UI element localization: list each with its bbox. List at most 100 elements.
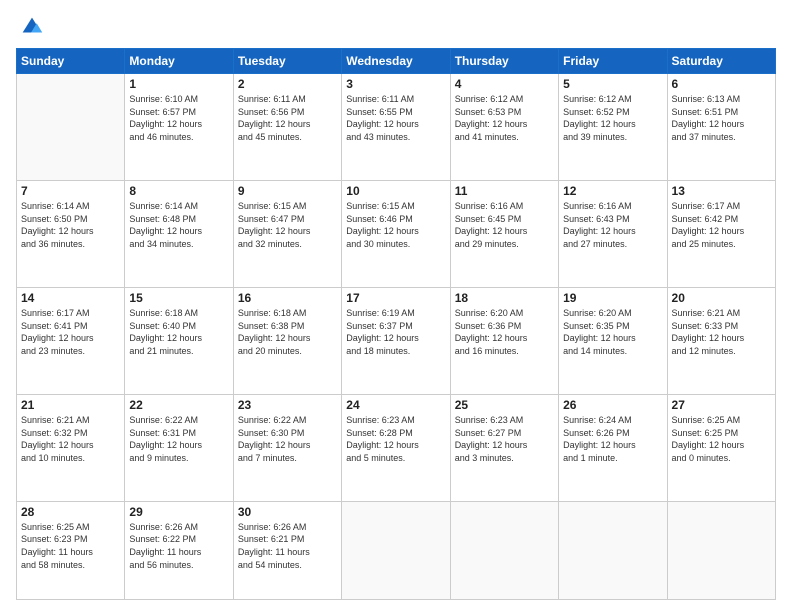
calendar-cell: 17 Sunrise: 6:19 AM Sunset: 6:37 PM Dayli… bbox=[342, 287, 450, 394]
day-info: Sunrise: 6:15 AM Sunset: 6:47 PM Dayligh… bbox=[238, 200, 337, 250]
day-info: Sunrise: 6:25 AM Sunset: 6:23 PM Dayligh… bbox=[21, 521, 120, 571]
day-number: 7 bbox=[21, 184, 120, 198]
col-header-tuesday: Tuesday bbox=[233, 49, 341, 74]
calendar-cell: 7 Sunrise: 6:14 AM Sunset: 6:50 PM Daylig… bbox=[17, 180, 125, 287]
day-info: Sunrise: 6:24 AM Sunset: 6:26 PM Dayligh… bbox=[563, 414, 662, 464]
day-number: 30 bbox=[238, 505, 337, 519]
day-info: Sunrise: 6:18 AM Sunset: 6:40 PM Dayligh… bbox=[129, 307, 228, 357]
calendar-cell: 28 Sunrise: 6:25 AM Sunset: 6:23 PM Dayli… bbox=[17, 501, 125, 599]
calendar-week-row: 1 Sunrise: 6:10 AM Sunset: 6:57 PM Daylig… bbox=[17, 74, 776, 181]
calendar-week-row: 14 Sunrise: 6:17 AM Sunset: 6:41 PM Dayli… bbox=[17, 287, 776, 394]
col-header-friday: Friday bbox=[559, 49, 667, 74]
day-number: 29 bbox=[129, 505, 228, 519]
day-number: 9 bbox=[238, 184, 337, 198]
day-info: Sunrise: 6:14 AM Sunset: 6:48 PM Dayligh… bbox=[129, 200, 228, 250]
calendar-cell: 23Sunrise: 6:22 AM Sunset: 6:30 PM Dayli… bbox=[233, 394, 341, 501]
day-number: 27 bbox=[672, 398, 771, 412]
day-info: Sunrise: 6:17 AM Sunset: 6:41 PM Dayligh… bbox=[21, 307, 120, 357]
day-number: 21 bbox=[21, 398, 120, 412]
col-header-wednesday: Wednesday bbox=[342, 49, 450, 74]
calendar-cell: 16 Sunrise: 6:18 AM Sunset: 6:38 PM Dayli… bbox=[233, 287, 341, 394]
day-info: Sunrise: 6:22 AM Sunset: 6:31 PM Dayligh… bbox=[129, 414, 228, 464]
day-info: Sunrise: 6:16 AM Sunset: 6:43 PM Dayligh… bbox=[563, 200, 662, 250]
day-number: 8 bbox=[129, 184, 228, 198]
calendar-cell: 2 Sunrise: 6:11 AM Sunset: 6:56 PM Daylig… bbox=[233, 74, 341, 181]
day-number: 3 bbox=[346, 77, 445, 91]
day-number: 23 bbox=[238, 398, 337, 412]
calendar-cell: 12Sunrise: 6:16 AM Sunset: 6:43 PM Dayli… bbox=[559, 180, 667, 287]
day-number: 4 bbox=[455, 77, 554, 91]
page: SundayMondayTuesdayWednesdayThursdayFrid… bbox=[0, 0, 792, 612]
day-info: Sunrise: 6:19 AM Sunset: 6:37 PM Dayligh… bbox=[346, 307, 445, 357]
day-info: Sunrise: 6:13 AM Sunset: 6:51 PM Dayligh… bbox=[672, 93, 771, 143]
day-number: 2 bbox=[238, 77, 337, 91]
day-info: Sunrise: 6:11 AM Sunset: 6:56 PM Dayligh… bbox=[238, 93, 337, 143]
day-info: Sunrise: 6:17 AM Sunset: 6:42 PM Dayligh… bbox=[672, 200, 771, 250]
day-number: 6 bbox=[672, 77, 771, 91]
day-info: Sunrise: 6:16 AM Sunset: 6:45 PM Dayligh… bbox=[455, 200, 554, 250]
calendar-cell: 20 Sunrise: 6:21 AM Sunset: 6:33 PM Dayli… bbox=[667, 287, 775, 394]
day-info: Sunrise: 6:20 AM Sunset: 6:36 PM Dayligh… bbox=[455, 307, 554, 357]
calendar-cell: 10Sunrise: 6:15 AM Sunset: 6:46 PM Dayli… bbox=[342, 180, 450, 287]
calendar-header-row: SundayMondayTuesdayWednesdayThursdayFrid… bbox=[17, 49, 776, 74]
day-number: 11 bbox=[455, 184, 554, 198]
calendar-cell: 22 Sunrise: 6:22 AM Sunset: 6:31 PM Dayli… bbox=[125, 394, 233, 501]
day-number: 19 bbox=[563, 291, 662, 305]
day-info: Sunrise: 6:12 AM Sunset: 6:52 PM Dayligh… bbox=[563, 93, 662, 143]
day-info: Sunrise: 6:14 AM Sunset: 6:50 PM Dayligh… bbox=[21, 200, 120, 250]
day-number: 17 bbox=[346, 291, 445, 305]
calendar-cell: 25Sunrise: 6:23 AM Sunset: 6:27 PM Dayli… bbox=[450, 394, 558, 501]
calendar-week-row: 21 Sunrise: 6:21 AM Sunset: 6:32 PM Dayli… bbox=[17, 394, 776, 501]
calendar-cell: 30 Sunrise: 6:26 AM Sunset: 6:21 PM Dayli… bbox=[233, 501, 341, 599]
day-number: 26 bbox=[563, 398, 662, 412]
logo bbox=[16, 16, 46, 40]
calendar-cell: 3Sunrise: 6:11 AM Sunset: 6:55 PM Daylig… bbox=[342, 74, 450, 181]
calendar-cell: 5 Sunrise: 6:12 AM Sunset: 6:52 PM Daylig… bbox=[559, 74, 667, 181]
day-number: 22 bbox=[129, 398, 228, 412]
day-info: Sunrise: 6:12 AM Sunset: 6:53 PM Dayligh… bbox=[455, 93, 554, 143]
calendar-cell: 1 Sunrise: 6:10 AM Sunset: 6:57 PM Daylig… bbox=[125, 74, 233, 181]
calendar-cell: 29 Sunrise: 6:26 AM Sunset: 6:22 PM Dayli… bbox=[125, 501, 233, 599]
day-number: 15 bbox=[129, 291, 228, 305]
day-number: 20 bbox=[672, 291, 771, 305]
calendar-cell: 26 Sunrise: 6:24 AM Sunset: 6:26 PM Dayli… bbox=[559, 394, 667, 501]
calendar-cell: 15 Sunrise: 6:18 AM Sunset: 6:40 PM Dayli… bbox=[125, 287, 233, 394]
calendar-cell: 24 Sunrise: 6:23 AM Sunset: 6:28 PM Dayli… bbox=[342, 394, 450, 501]
col-header-saturday: Saturday bbox=[667, 49, 775, 74]
day-number: 13 bbox=[672, 184, 771, 198]
day-info: Sunrise: 6:21 AM Sunset: 6:33 PM Dayligh… bbox=[672, 307, 771, 357]
col-header-monday: Monday bbox=[125, 49, 233, 74]
calendar-cell: 19Sunrise: 6:20 AM Sunset: 6:35 PM Dayli… bbox=[559, 287, 667, 394]
day-number: 5 bbox=[563, 77, 662, 91]
day-number: 16 bbox=[238, 291, 337, 305]
day-number: 28 bbox=[21, 505, 120, 519]
calendar-cell: 6 Sunrise: 6:13 AM Sunset: 6:51 PM Daylig… bbox=[667, 74, 775, 181]
calendar-cell: 9 Sunrise: 6:15 AM Sunset: 6:47 PM Daylig… bbox=[233, 180, 341, 287]
day-info: Sunrise: 6:26 AM Sunset: 6:22 PM Dayligh… bbox=[129, 521, 228, 571]
day-number: 18 bbox=[455, 291, 554, 305]
calendar-week-row: 7 Sunrise: 6:14 AM Sunset: 6:50 PM Daylig… bbox=[17, 180, 776, 287]
calendar-cell: 27Sunrise: 6:25 AM Sunset: 6:25 PM Dayli… bbox=[667, 394, 775, 501]
day-number: 24 bbox=[346, 398, 445, 412]
day-number: 14 bbox=[21, 291, 120, 305]
calendar-week-row: 28 Sunrise: 6:25 AM Sunset: 6:23 PM Dayli… bbox=[17, 501, 776, 599]
calendar-cell: 4 Sunrise: 6:12 AM Sunset: 6:53 PM Daylig… bbox=[450, 74, 558, 181]
calendar-cell bbox=[667, 501, 775, 599]
calendar-cell: 18 Sunrise: 6:20 AM Sunset: 6:36 PM Dayli… bbox=[450, 287, 558, 394]
calendar-cell bbox=[450, 501, 558, 599]
day-info: Sunrise: 6:23 AM Sunset: 6:28 PM Dayligh… bbox=[346, 414, 445, 464]
day-info: Sunrise: 6:10 AM Sunset: 6:57 PM Dayligh… bbox=[129, 93, 228, 143]
calendar-cell bbox=[342, 501, 450, 599]
calendar: SundayMondayTuesdayWednesdayThursdayFrid… bbox=[16, 48, 776, 600]
header bbox=[16, 12, 776, 40]
calendar-cell: 11 Sunrise: 6:16 AM Sunset: 6:45 PM Dayli… bbox=[450, 180, 558, 287]
calendar-cell bbox=[559, 501, 667, 599]
day-info: Sunrise: 6:26 AM Sunset: 6:21 PM Dayligh… bbox=[238, 521, 337, 571]
calendar-cell: 13 Sunrise: 6:17 AM Sunset: 6:42 PM Dayli… bbox=[667, 180, 775, 287]
logo-icon bbox=[18, 12, 46, 40]
day-info: Sunrise: 6:21 AM Sunset: 6:32 PM Dayligh… bbox=[21, 414, 120, 464]
col-header-thursday: Thursday bbox=[450, 49, 558, 74]
day-number: 25 bbox=[455, 398, 554, 412]
day-number: 1 bbox=[129, 77, 228, 91]
day-info: Sunrise: 6:18 AM Sunset: 6:38 PM Dayligh… bbox=[238, 307, 337, 357]
